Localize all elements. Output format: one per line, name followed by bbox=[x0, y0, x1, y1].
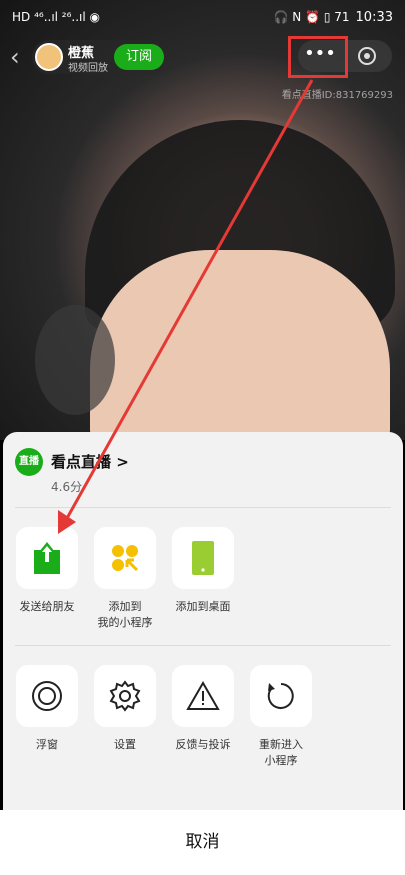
mini-program-icon bbox=[94, 527, 156, 589]
add-to-my-mini-program-button[interactable]: 添加到 我的小程序 bbox=[93, 527, 157, 631]
action-sheet: 直播 看点直播 > 4.6分 发送给朋友 添加到 我的小程序 添加到桌面 浮窗 … bbox=[3, 432, 403, 872]
target-close-icon[interactable] bbox=[342, 40, 392, 72]
avatar bbox=[35, 43, 63, 71]
float-window-button[interactable]: 浮窗 bbox=[15, 665, 79, 769]
subscribe-button[interactable]: 订阅 bbox=[114, 44, 164, 70]
feedback-complaint-button[interactable]: 反馈与投诉 bbox=[171, 665, 235, 769]
action-label: 设置 bbox=[114, 738, 136, 751]
action-label: 浮窗 bbox=[36, 738, 58, 751]
video-lamp bbox=[35, 305, 115, 415]
app-name: 看点直播 > bbox=[51, 453, 129, 471]
status-left-icons: HD ⁴⁶..ıl ²⁶..ıl ◉ bbox=[12, 10, 100, 24]
action-label: 添加到桌面 bbox=[175, 600, 231, 613]
action-label: 反馈与投诉 bbox=[175, 738, 231, 751]
add-to-desktop-button[interactable]: 添加到桌面 bbox=[171, 527, 235, 631]
system-status-icons: 🎧 N ⏰ ▯ 71 bbox=[273, 10, 350, 24]
float-window-icon bbox=[16, 665, 78, 727]
app-logo: 直播 bbox=[15, 448, 43, 476]
cancel-button[interactable]: 取消 bbox=[0, 810, 405, 875]
close-dot bbox=[364, 53, 370, 59]
clock: 10:33 bbox=[355, 9, 393, 25]
status-right-icons: 🎧 N ⏰ ▯ 71 10:33 bbox=[274, 10, 393, 25]
action-row-primary: 发送给朋友 添加到 我的小程序 添加到桌面 bbox=[15, 527, 235, 631]
action-row-secondary: 浮窗 设置 反馈与投诉 重新进入 小程序 bbox=[15, 665, 313, 769]
action-label: 重新进入 小程序 bbox=[259, 738, 303, 767]
reload-icon bbox=[250, 665, 312, 727]
live-id-text: 看点直播ID:831769293 bbox=[281, 90, 393, 101]
warning-icon bbox=[172, 665, 234, 727]
divider bbox=[15, 507, 391, 508]
action-label: 发送给朋友 bbox=[19, 600, 75, 613]
network-status-icons: HD ⁴⁶..ıl ²⁶..ıl ◉ bbox=[12, 10, 101, 24]
reenter-mini-program-button[interactable]: 重新进入 小程序 bbox=[249, 665, 313, 769]
back-chevron-icon[interactable]: ‹ bbox=[10, 44, 26, 70]
video-subject-face bbox=[90, 250, 390, 440]
settings-gear-icon bbox=[94, 665, 156, 727]
status-bar: HD ⁴⁶..ıl ²⁶..ıl ◉ 🎧 N ⏰ ▯ 71 10:33 bbox=[0, 0, 405, 34]
add-desktop-icon bbox=[172, 527, 234, 589]
channel-pill[interactable]: 橙蕉 视频回放 订阅 bbox=[32, 40, 167, 74]
send-to-friend-button[interactable]: 发送给朋友 bbox=[15, 527, 79, 631]
app-rating: 4.6分 bbox=[51, 480, 83, 494]
annotation-highlight-box bbox=[288, 36, 348, 78]
share-upload-icon bbox=[16, 527, 78, 589]
cancel-bar: 取消 bbox=[0, 810, 405, 875]
action-label: 添加到 我的小程序 bbox=[97, 600, 153, 629]
settings-button[interactable]: 设置 bbox=[93, 665, 157, 769]
channel-subtitle: 视频回放 bbox=[68, 63, 108, 74]
divider bbox=[15, 645, 391, 646]
